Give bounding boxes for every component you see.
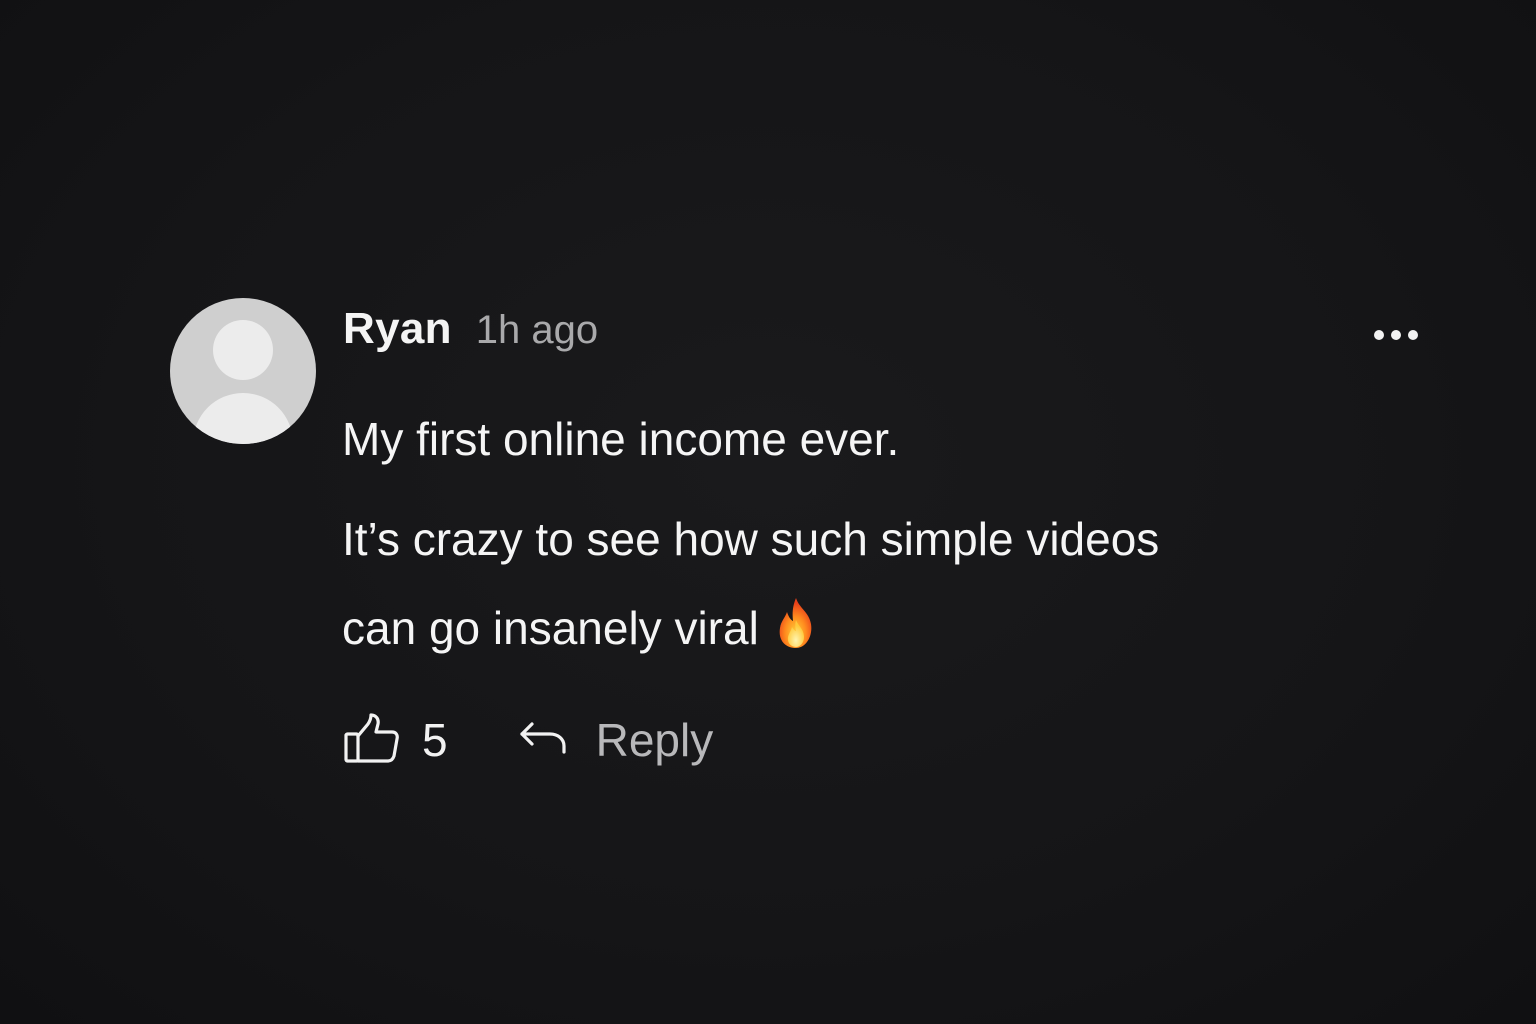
more-dot <box>1391 330 1401 340</box>
like-button[interactable]: 5 <box>344 712 448 769</box>
comment-line-1: My first online income ever. <box>342 413 900 465</box>
comment-card: Ryan 1h ago My first online income ever.… <box>170 298 1430 778</box>
author-name[interactable]: Ryan <box>343 304 452 354</box>
avatar-head-shape <box>213 320 273 380</box>
timestamp: 1h ago <box>475 308 599 352</box>
more-dot <box>1374 330 1384 340</box>
reply-arrow-icon <box>518 718 568 763</box>
fire-emoji-icon <box>773 596 819 665</box>
comment-actions: 5 Reply <box>344 708 713 772</box>
comment-line-2: It’s crazy to see how such simple videos <box>342 513 1160 565</box>
reply-label: Reply <box>595 714 714 766</box>
comment-header: Ryan 1h ago <box>343 304 598 364</box>
screen: Ryan 1h ago My first online income ever.… <box>0 0 1536 1024</box>
reply-button[interactable]: Reply <box>518 713 714 767</box>
thumbs-up-icon <box>344 712 400 769</box>
avatar-body-shape <box>193 393 293 444</box>
like-count: 5 <box>422 714 448 766</box>
avatar[interactable] <box>170 298 316 444</box>
more-dot <box>1408 330 1418 340</box>
comment-body: My first online income ever. It’s crazy … <box>342 408 1402 665</box>
comment-line-3: can go insanely viral <box>342 596 1402 665</box>
comment-line-3-text: can go insanely viral <box>342 602 759 654</box>
more-options-button[interactable] <box>1374 324 1418 346</box>
